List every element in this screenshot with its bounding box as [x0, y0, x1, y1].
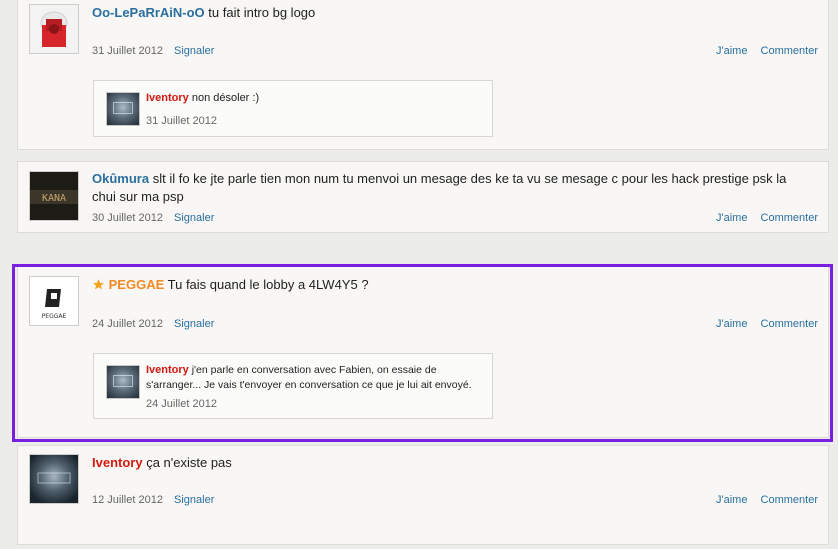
comment-date: 31 Juillet 2012	[92, 45, 163, 57]
comment-card: Iventory ça n'existe pas 12 Juillet 2012…	[17, 445, 829, 545]
comment-text: ça n'existe pas	[146, 455, 232, 470]
author-link[interactable]: Oo-LePaRrAiN-oO	[92, 5, 205, 20]
avatar[interactable]: KANA	[29, 171, 79, 221]
comment-link[interactable]: Commenter	[761, 45, 818, 57]
author-link[interactable]: Okûmura	[92, 171, 149, 186]
reply-avatar[interactable]	[106, 92, 140, 126]
comment-card: Oo-LePaRrAiN-oO tu fait intro bg logo 31…	[17, 0, 829, 150]
comment-meta: 30 Juillet 2012 Signaler	[92, 212, 214, 224]
like-link[interactable]: J'aime	[716, 494, 747, 506]
report-link[interactable]: Signaler	[174, 494, 214, 506]
comment-link[interactable]: Commenter	[761, 494, 818, 506]
reply-body: Iventory non désoler :)	[146, 91, 476, 106]
author-link[interactable]: Iventory	[92, 455, 143, 470]
comment-date: 12 Juillet 2012	[92, 494, 163, 506]
like-link[interactable]: J'aime	[716, 212, 747, 224]
avatar[interactable]	[29, 4, 79, 54]
comment-actions: J'aime Commenter	[706, 212, 818, 224]
comment-meta: 12 Juillet 2012 Signaler	[92, 494, 214, 506]
reply-box: Iventory non désoler :) 31 Juillet 2012	[93, 80, 493, 137]
comment-meta: 31 Juillet 2012 Signaler	[92, 45, 214, 57]
comment-card: KANA Okûmura slt il fo ke jte parle tien…	[17, 161, 829, 233]
selection-highlight	[12, 264, 833, 442]
like-link[interactable]: J'aime	[716, 45, 747, 57]
report-link[interactable]: Signaler	[174, 45, 214, 57]
comment-actions: J'aime Commenter	[706, 45, 818, 57]
comment-date: 30 Juillet 2012	[92, 212, 163, 224]
comment-body: Oo-LePaRrAiN-oO tu fait intro bg logo	[92, 4, 812, 22]
comment-text: tu fait intro bg logo	[208, 5, 316, 20]
comment-body: Okûmura slt il fo ke jte parle tien mon …	[92, 170, 802, 206]
avatar-text: KANA	[42, 193, 66, 204]
comment-body: Iventory ça n'existe pas	[92, 454, 812, 472]
reply-date: 31 Juillet 2012	[146, 115, 217, 127]
reply-author-link[interactable]: Iventory	[146, 92, 189, 104]
comment-actions: J'aime Commenter	[706, 494, 818, 506]
avatar[interactable]	[29, 454, 79, 504]
comment-text: slt il fo ke jte parle tien mon num tu m…	[92, 171, 787, 204]
comment-link[interactable]: Commenter	[761, 212, 818, 224]
reply-text: non désoler :)	[191, 92, 260, 104]
report-link[interactable]: Signaler	[174, 212, 214, 224]
